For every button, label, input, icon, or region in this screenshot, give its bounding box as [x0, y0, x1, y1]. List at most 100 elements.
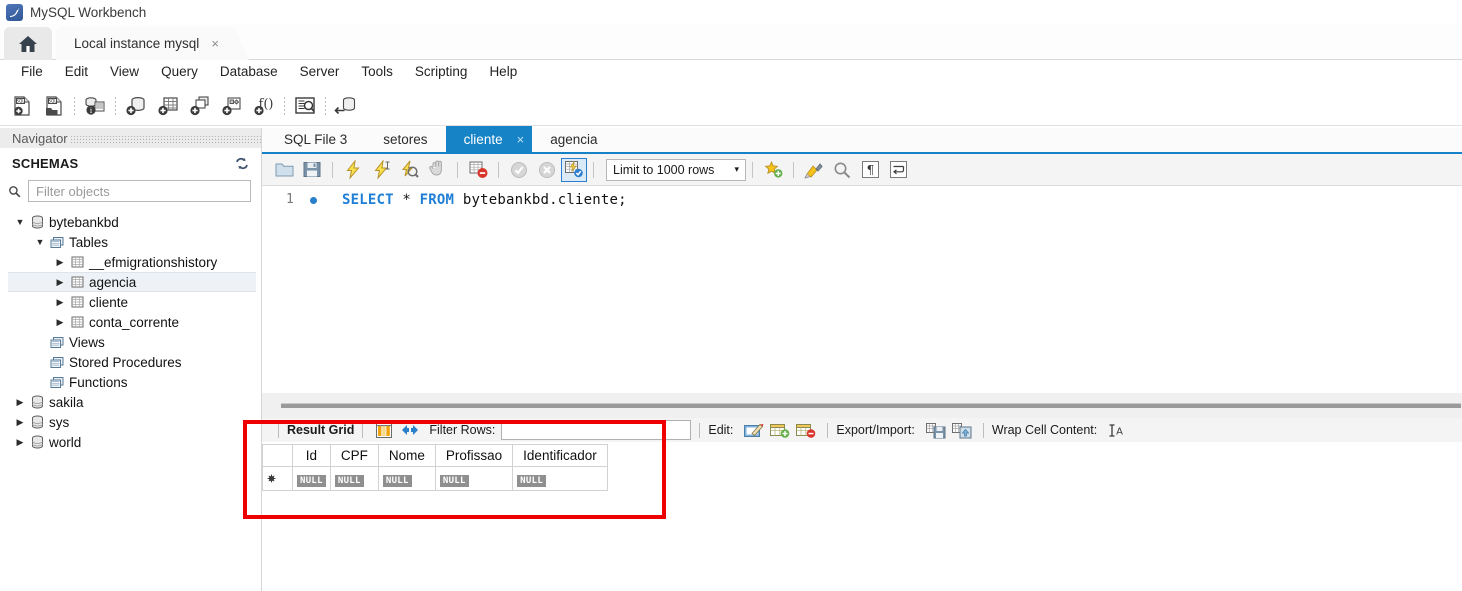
chevron-down-icon[interactable]: ▼	[12, 217, 28, 227]
reconnect-dbms-icon[interactable]	[330, 91, 362, 121]
beautify-query-icon[interactable]	[800, 157, 828, 183]
execute-statement-icon[interactable]	[339, 157, 367, 183]
table-icon	[68, 296, 86, 308]
stop-query-icon[interactable]	[423, 157, 451, 183]
navigator-drag-dots[interactable]	[69, 134, 261, 144]
query-toolbar: Limit to 1000 rows ▾ ¶	[262, 154, 1462, 186]
tree-node-tables[interactable]: ▼ Tables	[0, 232, 261, 252]
chevron-right-icon[interactable]: ▶	[12, 397, 28, 408]
menu-item-database[interactable]: Database	[209, 60, 289, 84]
column-header-rowmarker[interactable]	[262, 444, 293, 467]
grid-view-icon[interactable]	[371, 419, 397, 441]
chevron-right-icon[interactable]: ▶	[52, 297, 68, 308]
toggle-stop-on-error-icon[interactable]	[464, 157, 492, 183]
chevron-right-icon[interactable]: ▶	[52, 257, 68, 268]
sql-keyword-from: FROM	[419, 192, 455, 208]
find-icon[interactable]	[828, 157, 856, 183]
column-header-profissao[interactable]: Profissao	[434, 444, 514, 467]
toggle-word-wrap-icon[interactable]	[884, 157, 912, 183]
open-sql-script-icon[interactable]: SQL	[38, 91, 70, 121]
edit-row-icon[interactable]	[741, 419, 767, 441]
tree-node-functions[interactable]: Functions	[0, 372, 261, 392]
column-header-nome[interactable]: Nome	[377, 444, 436, 467]
column-header-id[interactable]: Id	[292, 444, 331, 467]
tree-node-world[interactable]: ▶ world	[0, 432, 261, 452]
save-snippet-icon[interactable]	[759, 157, 787, 183]
open-script-icon[interactable]	[270, 157, 298, 183]
menu-item-scripting[interactable]: Scripting	[404, 60, 479, 84]
commit-icon[interactable]	[505, 157, 533, 183]
cell-id[interactable]: NULL	[292, 466, 331, 491]
tab-sql-file-3[interactable]: SQL File 3	[266, 126, 365, 152]
tab-setores[interactable]: setores	[365, 126, 445, 152]
tree-node-bytebankbd[interactable]: ▼ bytebankbd	[0, 212, 261, 232]
toggle-autocommit-icon[interactable]	[561, 157, 587, 182]
new-schema-icon[interactable]	[120, 91, 152, 121]
new-view-icon[interactable]	[184, 91, 216, 121]
tree-node-agencia[interactable]: ▶ agencia	[8, 272, 256, 292]
tree-node-sys[interactable]: ▶ sys	[0, 412, 261, 432]
chevron-right-icon[interactable]: ▶	[52, 277, 68, 288]
new-function-icon[interactable]: f()	[248, 91, 280, 121]
execute-current-statement-icon[interactable]	[367, 157, 395, 183]
new-row-marker[interactable]	[262, 466, 293, 491]
close-icon[interactable]: ×	[211, 36, 219, 51]
tree-node-stored-procedures[interactable]: Stored Procedures	[0, 352, 261, 372]
editor-result-splitter[interactable]	[262, 392, 1462, 418]
export-import-label: Export/Import:	[836, 423, 915, 437]
splitter-grip[interactable]	[281, 403, 1461, 408]
menu-item-server[interactable]: Server	[289, 60, 351, 84]
menu-item-tools[interactable]: Tools	[350, 60, 404, 84]
sql-code-editor[interactable]: 1 SELECT * FROM bytebankbd.cliente;	[262, 186, 1462, 392]
server-status-icon[interactable]: i	[79, 91, 111, 121]
rollback-icon[interactable]	[533, 157, 561, 183]
close-icon[interactable]: ×	[517, 132, 525, 147]
tab-agencia[interactable]: agencia	[532, 126, 615, 152]
filter-objects-input[interactable]: Filter objects	[28, 180, 251, 202]
row-limit-selector[interactable]: Limit to 1000 rows ▾	[606, 158, 746, 181]
menu-item-help[interactable]: Help	[478, 60, 528, 84]
inspector-icon[interactable]	[289, 91, 321, 121]
table-row[interactable]: NULL NULL NULL NULL NULL	[262, 466, 608, 491]
cell-cpf[interactable]: NULL	[329, 466, 379, 491]
explain-query-icon[interactable]	[395, 157, 423, 183]
menu-item-file[interactable]: File	[10, 60, 54, 84]
cell-profissao[interactable]: NULL	[434, 466, 514, 491]
export-recordset-icon[interactable]	[923, 419, 949, 441]
menu-item-view[interactable]: View	[99, 60, 150, 84]
column-header-identificador[interactable]: Identificador	[512, 444, 608, 467]
home-tab[interactable]	[4, 27, 52, 60]
chevron-right-icon[interactable]: ▶	[52, 317, 68, 328]
tree-node-cliente[interactable]: ▶ cliente	[0, 292, 261, 312]
new-stored-procedure-icon[interactable]	[216, 91, 248, 121]
toggle-invisible-characters-icon[interactable]: ¶	[856, 157, 884, 183]
menu-item-query[interactable]: Query	[150, 60, 209, 84]
tree-node-conta-corrente[interactable]: ▶ conta_corrente	[0, 312, 261, 332]
menu-item-edit[interactable]: Edit	[54, 60, 99, 84]
tree-node-label: conta_corrente	[89, 314, 180, 330]
chevron-right-icon[interactable]: ▶	[12, 437, 28, 448]
chevron-down-icon[interactable]: ▼	[32, 237, 48, 247]
tree-node-label: Views	[69, 334, 105, 350]
form-editor-icon[interactable]	[397, 419, 423, 441]
tree-node-sakila[interactable]: ▶ sakila	[0, 392, 261, 412]
connection-tab-local-instance-mysql[interactable]: Local instance mysql ×	[56, 27, 249, 60]
result-grid-table[interactable]: Id CPF Nome Profissao Identificador NULL…	[262, 444, 608, 491]
cell-identificador[interactable]: NULL	[512, 466, 608, 491]
new-sql-file-icon[interactable]: SQL	[6, 91, 38, 121]
import-recordset-icon[interactable]	[949, 419, 975, 441]
filter-rows-input[interactable]	[501, 420, 692, 440]
chevron-right-icon[interactable]: ▶	[12, 417, 28, 428]
chevron-down-icon[interactable]: ▾	[734, 164, 739, 175]
insert-row-icon[interactable]	[767, 419, 793, 441]
tab-cliente[interactable]: cliente ×	[445, 126, 533, 152]
save-script-icon[interactable]	[298, 157, 326, 183]
refresh-icon[interactable]	[235, 157, 249, 170]
delete-row-icon[interactable]	[793, 419, 819, 441]
wrap-cell-content-icon[interactable]: A	[1103, 419, 1129, 441]
cell-nome[interactable]: NULL	[377, 466, 436, 491]
column-header-cpf[interactable]: CPF	[329, 444, 379, 467]
tree-node-views[interactable]: Views	[0, 332, 261, 352]
new-table-icon[interactable]	[152, 91, 184, 121]
tree-node-efmigrationshistory[interactable]: ▶ __efmigrationshistory	[0, 252, 261, 272]
